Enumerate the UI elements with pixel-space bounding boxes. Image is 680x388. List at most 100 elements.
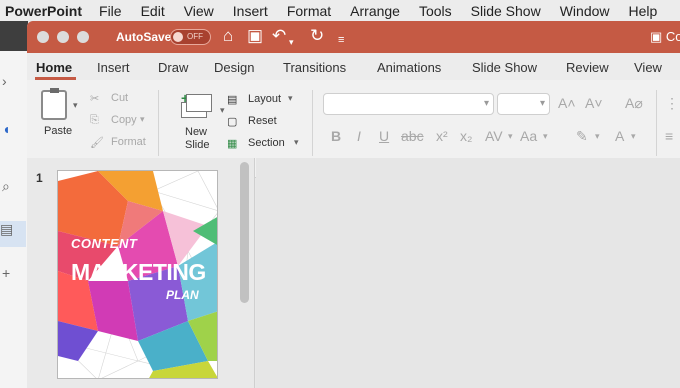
macos-menu-bar: PowerPoint File Edit View Insert Format …: [0, 0, 680, 21]
slide-thumbnail[interactable]: CONTENT MARKETING PLAN: [57, 170, 218, 379]
font-size-dropdown[interactable]: ▾: [497, 93, 550, 115]
copy-dropdown-icon[interactable]: ▾: [140, 114, 145, 125]
thumbnail-scrollbar[interactable]: [240, 162, 249, 303]
italic-icon[interactable]: I: [357, 128, 361, 144]
cut-icon: ✂: [90, 93, 100, 105]
strikethrough-icon[interactable]: abc: [401, 128, 424, 144]
layout-button[interactable]: Layout: [248, 93, 281, 105]
add-icon[interactable]: +: [2, 265, 10, 281]
section-button[interactable]: Section: [248, 137, 285, 149]
title-bar: AutoSave OFF ⌂ ▣ ↶ ▾ ↻ ≡ ▣ Co: [27, 21, 680, 53]
layout-icon: ▤: [227, 94, 238, 106]
tab-home[interactable]: Home: [36, 60, 72, 75]
zoom-window-button[interactable]: [77, 31, 89, 43]
menu-format[interactable]: Format: [287, 3, 331, 19]
align-icon[interactable]: ≡: [665, 128, 673, 144]
new-slide-dropdown-icon[interactable]: ▾: [220, 105, 225, 116]
autosave-toggle[interactable]: OFF: [170, 29, 211, 45]
redo-icon[interactable]: ↻: [310, 26, 324, 46]
reset-button[interactable]: Reset: [248, 115, 277, 127]
autosave-label: AutoSave: [116, 30, 172, 44]
slide-number: 1: [36, 171, 43, 185]
document-title: ▣ Co: [650, 29, 680, 45]
highlighter-icon[interactable]: ✎: [576, 128, 588, 145]
minimize-window-button[interactable]: [57, 31, 69, 43]
slide-title-line2: MARKETING: [71, 259, 206, 285]
search-icon[interactable]: ⌕: [2, 178, 10, 195]
increase-font-size-icon[interactable]: A˄: [558, 95, 576, 111]
ribbon-divider: [312, 90, 313, 156]
app-menu[interactable]: PowerPoint: [5, 3, 82, 19]
background-window-titlebar: [0, 21, 28, 51]
clear-formatting-icon[interactable]: A⌀: [625, 95, 643, 112]
chevron-down-icon: ▾: [539, 98, 545, 109]
new-slide-icon[interactable]: +: [177, 90, 217, 120]
new-slide-button-line1[interactable]: New: [185, 126, 207, 138]
paste-icon[interactable]: [41, 88, 67, 120]
paste-dropdown-icon[interactable]: ▾: [73, 100, 78, 111]
slide-front-icon: [186, 94, 212, 112]
tab-review[interactable]: Review: [566, 60, 609, 75]
ribbon-divider: [158, 90, 159, 156]
save-icon[interactable]: ▣: [247, 26, 263, 46]
decrease-font-size-icon[interactable]: A˅: [585, 95, 603, 111]
menu-tools[interactable]: Tools: [419, 3, 452, 19]
chevron-down-icon[interactable]: ▾: [508, 131, 513, 142]
menu-insert[interactable]: Insert: [233, 3, 268, 19]
paste-button[interactable]: Paste: [44, 125, 72, 137]
close-window-button[interactable]: [37, 31, 49, 43]
menu-window[interactable]: Window: [560, 3, 610, 19]
format-painter-button[interactable]: Format: [111, 136, 146, 148]
tab-insert[interactable]: Insert: [97, 60, 130, 75]
cut-button[interactable]: Cut: [111, 92, 128, 104]
subscript-icon[interactable]: x₂: [460, 128, 472, 144]
tab-slide-show[interactable]: Slide Show: [472, 60, 537, 75]
bold-icon[interactable]: B: [331, 128, 341, 144]
document-title-text: Co: [665, 29, 680, 44]
copy-button[interactable]: Copy: [111, 114, 137, 126]
superscript-icon[interactable]: x²: [436, 128, 448, 144]
home-icon[interactable]: ⌂: [223, 26, 233, 46]
menu-file[interactable]: File: [99, 3, 122, 19]
toggle-knob: [173, 32, 183, 42]
undo-icon[interactable]: ↶: [272, 26, 286, 46]
font-name-dropdown[interactable]: ▾: [323, 93, 494, 115]
ribbon-divider: [656, 90, 657, 156]
change-case-icon[interactable]: Aa: [520, 128, 537, 144]
underline-icon[interactable]: U: [379, 128, 389, 144]
tab-transitions[interactable]: Transitions: [283, 60, 346, 75]
slide-title-line1: CONTENT: [71, 236, 138, 251]
menu-help[interactable]: Help: [629, 3, 658, 19]
document-icon: ▣: [650, 29, 666, 44]
customize-toolbar-icon[interactable]: ≡: [338, 30, 344, 50]
chevron-down-icon[interactable]: ▾: [595, 131, 600, 142]
bullets-icon[interactable]: ⋮: [665, 95, 679, 112]
slide-thumbnail-pane: 1 CONTENT MARKETING PLAN: [27, 158, 255, 388]
slide-title-line3: PLAN: [166, 288, 199, 302]
tab-draw[interactable]: Draw: [158, 60, 188, 75]
menu-slide-show[interactable]: Slide Show: [471, 3, 541, 19]
menu-view[interactable]: View: [184, 3, 214, 19]
layout-dropdown-icon[interactable]: ▾: [288, 93, 293, 104]
chevron-down-icon[interactable]: ▾: [543, 131, 548, 142]
autosave-state: OFF: [187, 32, 203, 41]
character-spacing-icon[interactable]: AV: [485, 128, 503, 144]
clip-icon: [50, 88, 59, 93]
chevron-down-icon: ▾: [483, 98, 489, 109]
copy-icon: ⎘: [90, 114, 99, 126]
section-dropdown-icon[interactable]: ▾: [294, 137, 299, 148]
chevron-right-icon[interactable]: ›: [2, 73, 7, 89]
format-painter-icon: 🖌: [90, 137, 104, 149]
menu-arrange[interactable]: Arrange: [350, 3, 400, 19]
new-slide-button-line2[interactable]: Slide: [185, 139, 209, 151]
undo-dropdown-icon[interactable]: ▾: [289, 32, 294, 52]
sidebar-selector-icon[interactable]: ◖: [2, 121, 10, 137]
tab-design[interactable]: Design: [214, 60, 254, 75]
document-icon[interactable]: ▤: [0, 221, 26, 247]
tab-view[interactable]: View: [634, 60, 662, 75]
chevron-down-icon[interactable]: ▾: [631, 131, 636, 142]
menu-edit[interactable]: Edit: [141, 3, 165, 19]
slide-editor-canvas[interactable]: [256, 158, 680, 388]
font-color-icon[interactable]: A: [615, 128, 624, 144]
tab-animations[interactable]: Animations: [377, 60, 441, 75]
